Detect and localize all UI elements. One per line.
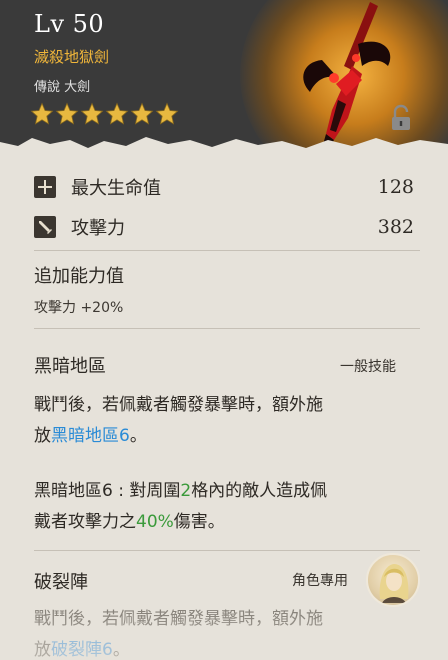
skill-title: 破裂陣 bbox=[34, 572, 88, 593]
star-icon bbox=[30, 102, 54, 125]
skill-desc-text: 放 bbox=[34, 426, 51, 446]
bonus-line: 攻擊力 +20% bbox=[34, 300, 124, 316]
skill-link[interactable]: 破裂陣6 bbox=[51, 640, 113, 660]
skill-detail-line: 黑暗地區6 : 對周圍2格內的敵人造成佩 bbox=[34, 476, 414, 507]
star-icon bbox=[55, 102, 79, 125]
skill-description: 戰鬥後，若佩戴者觸發暴擊時，額外施 放破裂陣6。 bbox=[34, 604, 414, 660]
weapon-rarity-type: 傳說 大劍 bbox=[34, 80, 91, 95]
stat-row-attack: 攻擊力 382 bbox=[34, 212, 414, 242]
weapon-name: 滅殺地獄劍 bbox=[34, 48, 110, 66]
skill-type-tag: 一般技能 bbox=[340, 359, 396, 375]
weapon-header: Lv 50 滅殺地獄劍 傳說 大劍 bbox=[0, 0, 448, 156]
skill-title: 黑暗地區 bbox=[34, 356, 106, 377]
star-icon bbox=[130, 102, 154, 125]
character-exclusive-tag: 角色專用 bbox=[292, 573, 348, 589]
skill-detail-text: 格內的敵人造成佩 bbox=[191, 481, 328, 501]
skill-detail-text: 黑暗地區6 : 對周圍 bbox=[34, 481, 181, 501]
skill-detail-text: 戴者攻擊力之 bbox=[34, 512, 136, 532]
skill-desc-line: 戰鬥後，若佩戴者觸發暴擊時，額外施 bbox=[34, 609, 323, 629]
skill-link[interactable]: 黑暗地區6 bbox=[51, 426, 130, 446]
divider bbox=[34, 250, 420, 251]
weapon-level: Lv 50 bbox=[34, 10, 105, 38]
skill-desc-line: 放破裂陣6。 bbox=[34, 635, 414, 660]
skill-detail-number: 2 bbox=[180, 481, 192, 501]
skill-desc-line: 放黑暗地區6。 bbox=[34, 421, 414, 452]
stat-row-max-hp: 最大生命值 128 bbox=[34, 172, 414, 202]
divider bbox=[34, 550, 420, 551]
skill-desc-text: 。 bbox=[112, 640, 130, 660]
skill-detail-line: 戴者攻擊力之40%傷害。 bbox=[34, 507, 414, 538]
sword-icon bbox=[34, 216, 56, 238]
stat-label: 攻擊力 bbox=[71, 218, 125, 239]
bonus-title: 追加能力值 bbox=[34, 266, 124, 287]
skill-desc-text: 。 bbox=[129, 426, 147, 446]
stat-value: 382 bbox=[377, 216, 414, 238]
star-rating bbox=[30, 102, 179, 126]
star-icon bbox=[155, 102, 179, 125]
skill-detail-text: 傷害。 bbox=[173, 512, 225, 532]
skill-desc-text: 放 bbox=[34, 640, 51, 660]
character-avatar[interactable] bbox=[366, 553, 420, 607]
stat-label: 最大生命值 bbox=[71, 178, 161, 199]
skill-desc-line: 戰鬥後，若佩戴者觸發暴擊時，額外施 bbox=[34, 395, 323, 415]
stat-value: 128 bbox=[377, 176, 414, 198]
weapon-detail-card: Lv 50 滅殺地獄劍 傳說 大劍 最大生命值 128 攻擊力 382 追加能力… bbox=[0, 0, 448, 660]
divider bbox=[34, 328, 420, 329]
torn-paper-edge bbox=[0, 137, 448, 156]
star-icon bbox=[80, 102, 104, 125]
plus-icon bbox=[34, 176, 56, 198]
skill-detail-percent: 40% bbox=[136, 512, 174, 532]
skill-description: 戰鬥後，若佩戴者觸發暴擊時，額外施 放黑暗地區6。 bbox=[34, 390, 414, 452]
star-icon bbox=[105, 102, 129, 125]
skill-detail: 黑暗地區6 : 對周圍2格內的敵人造成佩 戴者攻擊力之40%傷害。 bbox=[34, 476, 414, 538]
